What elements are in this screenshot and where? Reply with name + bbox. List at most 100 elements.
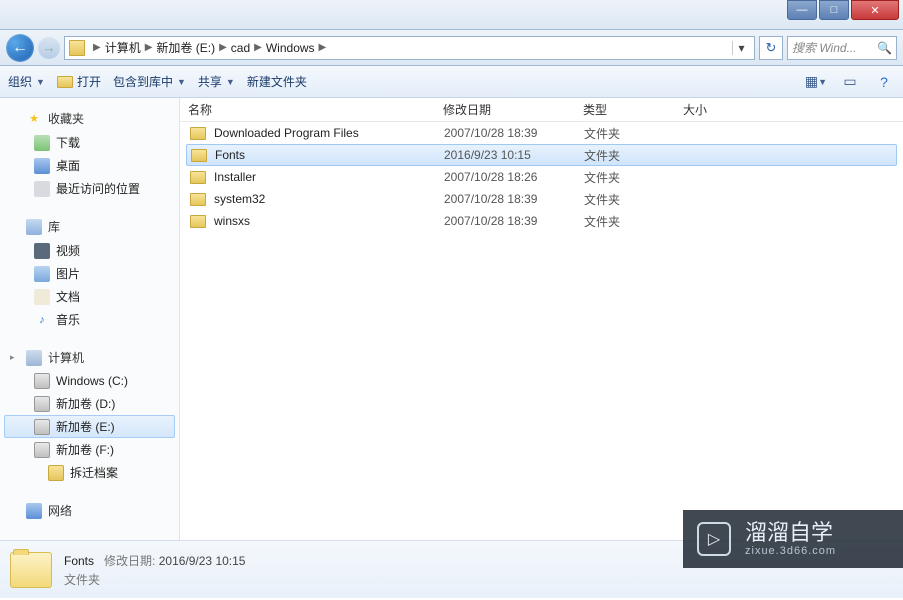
file-type: 文件夹 — [584, 147, 684, 164]
network-group[interactable]: 网络 — [4, 498, 175, 523]
sidebar-item[interactable]: 视频 — [4, 239, 175, 262]
chevron-right-icon[interactable]: ▶ — [254, 42, 262, 53]
sidebar-item-label: 新加卷 (E:) — [56, 418, 115, 435]
sidebar-item[interactable]: 文档 — [4, 285, 175, 308]
refresh-button[interactable]: ↻ — [759, 36, 783, 60]
file-date: 2007/10/28 18:39 — [444, 214, 584, 228]
share-menu[interactable]: 共享▼ — [198, 73, 235, 90]
forward-button[interactable]: → — [38, 37, 60, 59]
file-row[interactable]: Downloaded Program Files2007/10/28 18:39… — [180, 122, 903, 144]
file-name: Downloaded Program Files — [214, 126, 444, 140]
crumb-computer[interactable]: 计算机 — [105, 39, 141, 56]
file-date: 2007/10/28 18:39 — [444, 126, 584, 140]
file-type: 文件夹 — [584, 169, 684, 186]
pic-icon — [34, 266, 50, 282]
file-row[interactable]: system322007/10/28 18:39文件夹 — [180, 188, 903, 210]
sidebar-item[interactable]: 桌面 — [4, 154, 175, 177]
sidebar-item-label: 桌面 — [56, 157, 80, 174]
recent-icon — [34, 181, 50, 197]
sidebar-item-label: 拆迁档案 — [70, 464, 118, 481]
file-row[interactable]: Installer2007/10/28 18:26文件夹 — [180, 166, 903, 188]
minimize-button[interactable]: — — [787, 0, 817, 20]
chevron-right-icon[interactable]: ▶ — [219, 42, 227, 53]
sidebar-item-label: 最近访问的位置 — [56, 180, 140, 197]
toolbar: 组织▼ 打开 包含到库中▼ 共享▼ 新建文件夹 ▦ ▼ ▭ ? — [0, 66, 903, 98]
view-options-button[interactable]: ▦ ▼ — [805, 71, 827, 93]
preview-pane-button[interactable]: ▭ — [839, 71, 861, 93]
star-icon: ★ — [26, 111, 42, 127]
selected-item-type: 文件夹 — [64, 571, 245, 588]
help-button[interactable]: ? — [873, 71, 895, 93]
folder-open-icon — [57, 76, 73, 88]
play-icon: ▷ — [697, 522, 731, 556]
sidebar-item-label: 音乐 — [56, 311, 80, 328]
sidebar-item[interactable]: 下载 — [4, 131, 175, 154]
file-name: Fonts — [215, 148, 444, 162]
column-size[interactable]: 大小 — [675, 101, 903, 118]
doc-icon — [34, 289, 50, 305]
favorites-group[interactable]: ★ 收藏夹 — [4, 106, 175, 131]
close-button[interactable]: ✕ — [851, 0, 899, 20]
chevron-down-icon: ▼ — [177, 77, 186, 87]
library-icon — [26, 219, 42, 235]
column-headers: 名称 修改日期 类型 大小 — [180, 98, 903, 122]
sidebar-item[interactable]: 新加卷 (E:) — [4, 415, 175, 438]
folder-icon — [190, 215, 206, 228]
sidebar-item[interactable]: ♪ 音乐 — [4, 308, 175, 331]
maximize-button[interactable]: □ — [819, 0, 849, 20]
title-bar: — □ ✕ — [0, 0, 903, 30]
folder-icon — [69, 40, 85, 56]
crumb-cad[interactable]: cad — [231, 41, 250, 55]
libraries-group[interactable]: 库 — [4, 214, 175, 239]
date-label: 修改日期: — [104, 554, 155, 568]
navigation-pane: ★ 收藏夹 下载桌面最近访问的位置 库 视频图片文档 ♪ 音乐 ▸ 计算机 Wind… — [0, 98, 180, 540]
crumb-windows[interactable]: Windows — [266, 41, 315, 55]
sidebar-item[interactable]: 拆迁档案 — [4, 461, 175, 484]
sidebar-item[interactable]: Windows (C:) — [4, 370, 175, 392]
folder-icon — [10, 552, 52, 588]
computer-icon — [26, 350, 42, 366]
watermark-url: zixue.3d66.com — [745, 545, 836, 557]
chevron-right-icon[interactable]: ▶ — [145, 42, 153, 53]
file-date: 2007/10/28 18:26 — [444, 170, 584, 184]
desk-icon — [34, 158, 50, 174]
file-date: 2007/10/28 18:39 — [444, 192, 584, 206]
new-folder-button[interactable]: 新建文件夹 — [247, 73, 307, 90]
open-button[interactable]: 打开 — [57, 73, 101, 90]
chevron-right-icon[interactable]: ▶ — [319, 42, 327, 53]
sidebar-item-label: 新加卷 (D:) — [56, 395, 115, 412]
folder-icon — [190, 193, 206, 206]
network-icon — [26, 503, 42, 519]
column-date[interactable]: 修改日期 — [435, 101, 575, 118]
back-button[interactable]: ← — [6, 34, 34, 62]
sidebar-item-label: Windows (C:) — [56, 374, 128, 388]
main-area: ★ 收藏夹 下载桌面最近访问的位置 库 视频图片文档 ♪ 音乐 ▸ 计算机 Wind… — [0, 98, 903, 540]
column-name[interactable]: 名称 — [180, 101, 435, 118]
organize-menu[interactable]: 组织▼ — [8, 73, 45, 90]
music-icon: ♪ — [34, 312, 50, 328]
search-input[interactable]: 搜索 Wind... 🔍 — [787, 36, 897, 60]
column-type[interactable]: 类型 — [575, 101, 675, 118]
selected-item-name: Fonts — [64, 554, 94, 568]
breadcrumb-dropdown[interactable]: ▾ — [732, 41, 750, 55]
file-name: Installer — [214, 170, 444, 184]
chevron-right-icon[interactable]: ▶ — [93, 42, 101, 53]
file-row[interactable]: Fonts2016/9/23 10:15文件夹 — [186, 144, 897, 166]
drive-icon — [34, 419, 50, 435]
file-name: system32 — [214, 192, 444, 206]
sidebar-item[interactable]: 图片 — [4, 262, 175, 285]
sidebar-item-label: 下载 — [56, 134, 80, 151]
file-name: winsxs — [214, 214, 444, 228]
folder-icon — [190, 171, 206, 184]
sidebar-item[interactable]: 新加卷 (F:) — [4, 438, 175, 461]
sidebar-item[interactable]: 最近访问的位置 — [4, 177, 175, 200]
file-list: 名称 修改日期 类型 大小 Downloaded Program Files20… — [180, 98, 903, 540]
computer-group[interactable]: ▸ 计算机 — [4, 345, 175, 370]
crumb-drive[interactable]: 新加卷 (E:) — [156, 39, 215, 56]
breadcrumb[interactable]: ▶ 计算机 ▶ 新加卷 (E:) ▶ cad ▶ Windows ▶ ▾ — [64, 36, 755, 60]
file-type: 文件夹 — [584, 191, 684, 208]
include-in-library-menu[interactable]: 包含到库中▼ — [113, 73, 186, 90]
search-icon: 🔍 — [877, 41, 892, 55]
file-row[interactable]: winsxs2007/10/28 18:39文件夹 — [180, 210, 903, 232]
sidebar-item[interactable]: 新加卷 (D:) — [4, 392, 175, 415]
